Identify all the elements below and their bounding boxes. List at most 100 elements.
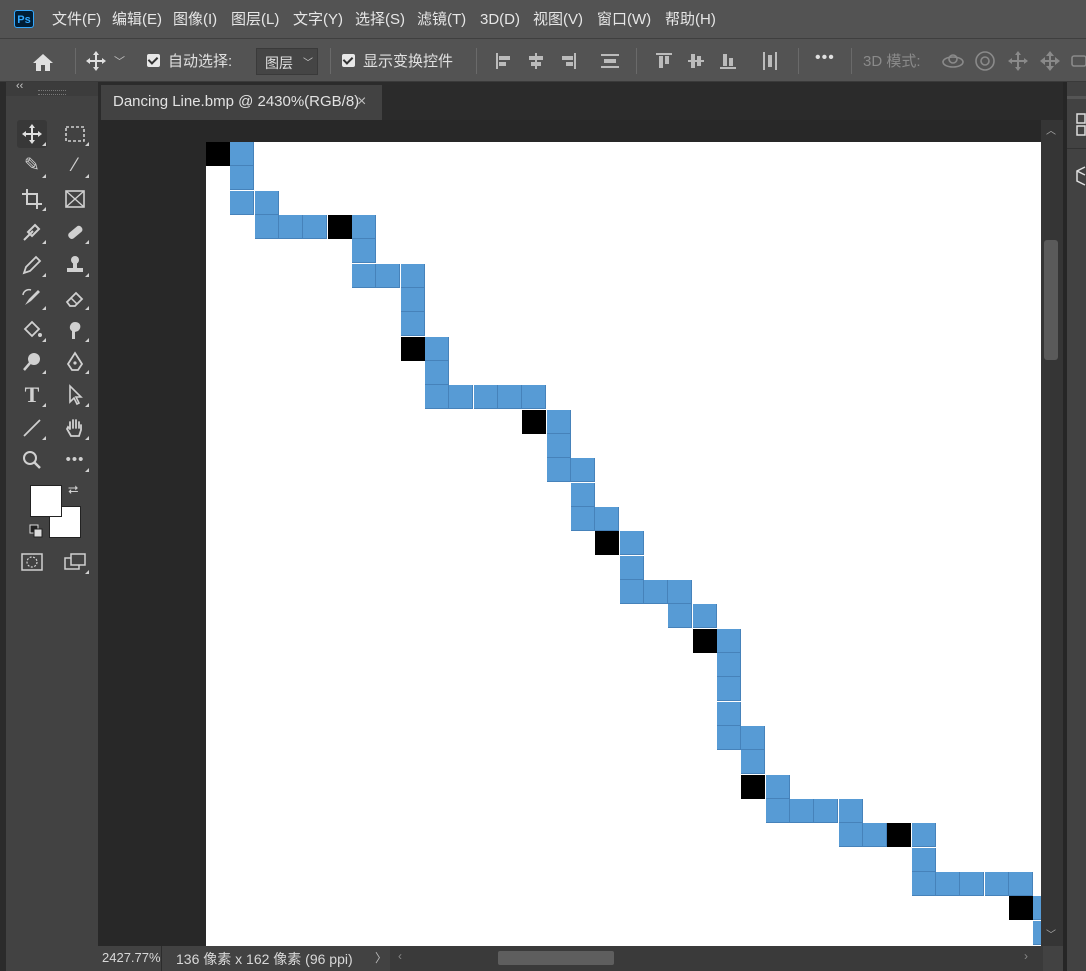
chevron-down-icon[interactable]: ﹀ (114, 52, 125, 72)
pixel-blue (570, 506, 595, 531)
menu-select[interactable]: 选择(S) (355, 0, 405, 38)
pen-tool[interactable] (60, 348, 90, 376)
separator (330, 48, 331, 74)
history-brush-tool[interactable] (17, 284, 47, 312)
align-horizontal-center-icon[interactable] (526, 51, 546, 71)
menu-file[interactable]: 文件(F) (52, 0, 101, 38)
zoom-tool[interactable] (17, 446, 47, 474)
divider (1067, 148, 1086, 149)
smudge-tool[interactable] (60, 316, 90, 344)
eraser-tool[interactable] (60, 284, 90, 312)
align-left-icon[interactable] (494, 51, 514, 71)
paint-bucket-tool[interactable] (17, 316, 47, 344)
pixel-blue (230, 166, 255, 191)
chevron-down-icon: ﹀ (303, 58, 313, 69)
horizontal-scrollbar[interactable]: ‹ › (390, 946, 1043, 971)
pixel-blue (619, 531, 644, 556)
pixel-blue (619, 579, 644, 604)
pixel-blue (400, 287, 425, 312)
quick-select-tool[interactable]: ✎ (17, 152, 47, 180)
line-tool[interactable] (17, 414, 47, 442)
type-tool[interactable]: T (17, 381, 47, 409)
screen-mode-button[interactable] (60, 548, 90, 576)
align-bottom-icon[interactable] (718, 51, 738, 71)
menu-layer[interactable]: 图层(L) (231, 0, 279, 38)
hand-tool[interactable] (60, 414, 90, 442)
pixel-blue (935, 871, 960, 896)
pixel-blue (716, 628, 741, 653)
scroll-right-icon[interactable]: › (1024, 949, 1028, 963)
default-colors-icon[interactable] (29, 524, 43, 538)
status-menu-arrow[interactable]: 〉 (375, 949, 387, 966)
pixel-blue (911, 871, 936, 896)
pixel-blue (668, 604, 693, 629)
quick-mask-button[interactable] (17, 548, 47, 576)
dodge-tool[interactable] (17, 348, 47, 376)
close-tab-icon[interactable]: × (357, 85, 366, 118)
magic-wand-tool[interactable]: ⁄ (60, 152, 90, 180)
distribute-vertical-icon[interactable] (600, 51, 620, 71)
pixel-blue (570, 458, 595, 483)
menu-type[interactable]: 文字(Y) (293, 0, 343, 38)
eyedropper-icon (23, 223, 41, 241)
frame-icon (65, 190, 85, 208)
scroll-up-icon[interactable]: ︿ (1046, 122, 1056, 137)
pixel-blue (497, 385, 522, 410)
path-select-tool[interactable] (60, 381, 90, 409)
menu-image[interactable]: 图像(I) (173, 0, 217, 38)
document-canvas[interactable] (206, 142, 1041, 946)
history-brush-icon (22, 288, 40, 305)
separator (75, 48, 76, 74)
pixel-blue (230, 190, 255, 215)
3d-slide-icon (1040, 51, 1060, 71)
auto-select-target-dropdown[interactable]: 图层 ﹀ (256, 48, 318, 75)
panel-grip[interactable] (1067, 96, 1086, 99)
more-tools[interactable]: ••• (60, 446, 90, 474)
more-options-button[interactable]: ••• (815, 49, 835, 67)
pixel-black (741, 774, 766, 799)
align-vertical-center-icon[interactable] (686, 51, 706, 71)
foreground-color-swatch[interactable] (30, 485, 62, 517)
crop-tool[interactable] (17, 185, 47, 213)
3d-cube-icon[interactable] (1075, 164, 1086, 188)
clone-stamp-tool[interactable] (60, 251, 90, 279)
collapse-toolbar-button[interactable]: ‹‹ (16, 80, 23, 92)
document-tab[interactable]: Dancing Line.bmp @ 2430%(RGB/8) × (101, 85, 382, 120)
pixel-black (206, 142, 230, 166)
pixel-blue (668, 579, 693, 604)
distribute-horizontal-icon[interactable] (760, 51, 780, 71)
eyedropper-tool[interactable] (17, 218, 47, 246)
menu-window[interactable]: 窗口(W) (597, 0, 651, 38)
menu-filter[interactable]: 滤镜(T) (417, 0, 466, 38)
auto-select-checkbox[interactable] (147, 54, 160, 67)
move-tool[interactable] (17, 120, 47, 148)
3d-orbit-icon (942, 54, 964, 68)
home-icon[interactable] (32, 52, 54, 72)
align-top-icon[interactable] (654, 51, 674, 71)
frame-tool[interactable] (60, 185, 90, 213)
layers-panel-icon[interactable] (1075, 112, 1086, 138)
pixel-blue (838, 798, 863, 823)
align-right-icon[interactable] (558, 51, 578, 71)
menu-edit[interactable]: 编辑(E) (112, 0, 162, 38)
healing-brush-tool[interactable] (60, 218, 90, 246)
right-panel-dock (1067, 82, 1086, 971)
pixel-blue (716, 652, 741, 677)
move-tool-icon[interactable] (84, 50, 108, 72)
swap-colors-icon[interactable]: ⮂ (68, 482, 78, 498)
grip-handle[interactable] (38, 90, 66, 95)
menu-help[interactable]: 帮助(H) (665, 0, 716, 38)
show-transform-checkbox[interactable] (342, 54, 355, 67)
menu-3d[interactable]: 3D(D) (480, 0, 520, 38)
arrow-cursor-icon (69, 384, 83, 406)
show-transform-label: 显示变换控件 (363, 53, 454, 70)
zoom-level[interactable]: 2427.77% (102, 950, 161, 965)
scroll-down-icon[interactable]: ﹀ (1046, 926, 1056, 941)
bandage-icon (68, 225, 83, 239)
marquee-tool[interactable] (60, 120, 90, 148)
vertical-scroll-thumb[interactable] (1044, 240, 1058, 360)
brush-tool[interactable] (17, 251, 47, 279)
scroll-left-icon[interactable]: ‹ (398, 949, 402, 963)
menu-view[interactable]: 视图(V) (533, 0, 583, 38)
horizontal-scroll-thumb[interactable] (498, 951, 614, 965)
